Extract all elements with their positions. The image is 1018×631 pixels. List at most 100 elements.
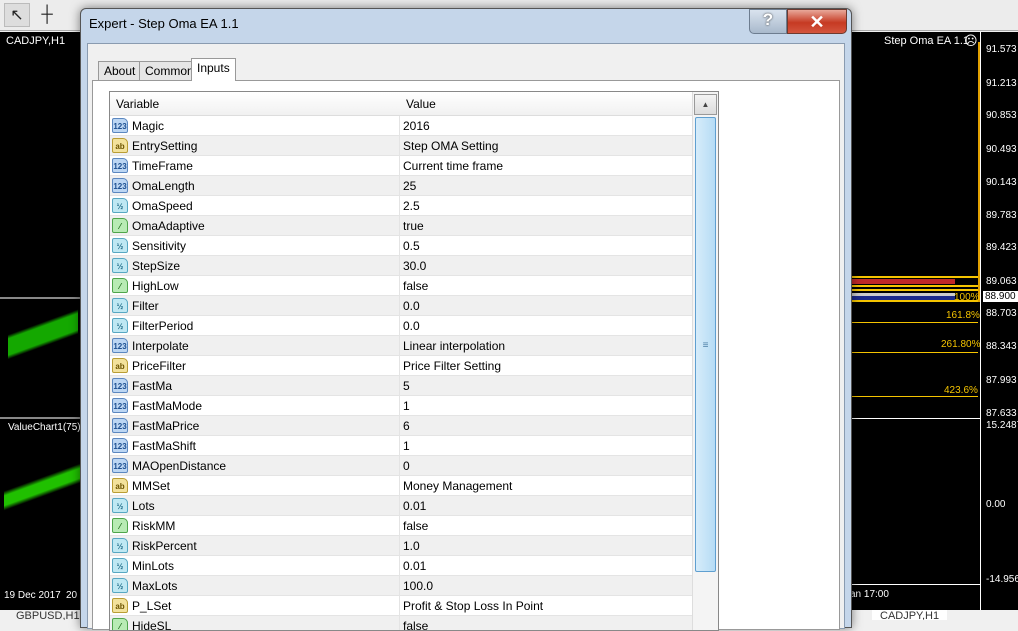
input-row[interactable]: ab P_LSet Profit & Stop Loss In Point xyxy=(110,596,718,616)
input-row[interactable]: 123 Interpolate Linear interpolation xyxy=(110,336,718,356)
variable-name: Magic xyxy=(132,119,165,133)
chart-right[interactable]: Step Oma EA 1.1 ☹ 100% 161.8% 261.80% 42… xyxy=(850,32,1018,610)
input-row[interactable]: 123 FastMaPrice 6 xyxy=(110,416,718,436)
variable-value[interactable]: 0.01 xyxy=(403,499,426,513)
int-type-icon: 123 xyxy=(112,118,128,133)
variable-name: FastMa xyxy=(132,379,173,393)
input-row[interactable]: ⁄ HighLow false xyxy=(110,276,718,296)
variable-value[interactable]: Linear interpolation xyxy=(403,339,505,353)
variable-name: P_LSet xyxy=(132,599,172,613)
price-label: 87.993 xyxy=(986,375,1017,386)
variable-name: OmaAdaptive xyxy=(132,219,205,233)
input-row[interactable]: ab PriceFilter Price Filter Setting xyxy=(110,356,718,376)
input-row[interactable]: 123 FastMa 5 xyxy=(110,376,718,396)
variable-value[interactable]: false xyxy=(403,279,428,293)
variable-name: Filter xyxy=(132,299,159,313)
price-label: 91.573 xyxy=(986,44,1017,55)
variable-value[interactable]: Current time frame xyxy=(403,159,503,173)
chart-symbol: CADJPY,H1 xyxy=(6,35,66,47)
variable-name: FastMaMode xyxy=(132,399,203,413)
int-type-icon: 123 xyxy=(112,438,128,453)
variable-value[interactable]: false xyxy=(403,619,428,630)
variable-value[interactable]: 5 xyxy=(403,379,410,393)
input-row[interactable]: ½ FilterPeriod 0.0 xyxy=(110,316,718,336)
close-button[interactable]: ✕ xyxy=(787,9,847,34)
input-row[interactable]: 123 OmaLength 25 xyxy=(110,176,718,196)
input-row[interactable]: ½ OmaSpeed 2.5 xyxy=(110,196,718,216)
variable-value[interactable]: Price Filter Setting xyxy=(403,359,501,373)
dbl-type-icon: ½ xyxy=(112,238,128,253)
variable-value[interactable]: 0 xyxy=(403,459,410,473)
variable-name: TimeFrame xyxy=(132,159,193,173)
variable-name: MAOpenDistance xyxy=(132,459,227,473)
input-row[interactable]: ½ MaxLots 100.0 xyxy=(110,576,718,596)
variable-value[interactable]: 1.0 xyxy=(403,539,420,553)
input-row[interactable]: ⁄ OmaAdaptive true xyxy=(110,216,718,236)
scroll-thumb[interactable]: ≡ xyxy=(695,117,716,572)
input-row[interactable]: ½ Sensitivity 0.5 xyxy=(110,236,718,256)
input-row[interactable]: ½ Filter 0.0 xyxy=(110,296,718,316)
scroll-up-button[interactable]: ▲ xyxy=(694,94,717,115)
input-row[interactable]: ½ StepSize 30.0 xyxy=(110,256,718,276)
input-row[interactable]: ⁄ HideSL false xyxy=(110,616,718,630)
variable-name: Interpolate xyxy=(132,339,189,353)
variable-value[interactable]: 1 xyxy=(403,399,410,413)
bool-type-icon: ⁄ xyxy=(112,218,128,233)
variable-value[interactable]: Step OMA Setting xyxy=(403,139,498,153)
vertical-scrollbar[interactable]: ▲ ≡ xyxy=(692,92,718,630)
variable-value[interactable]: Money Management xyxy=(403,479,512,493)
dbl-type-icon: ½ xyxy=(112,578,128,593)
variable-name: RiskPercent xyxy=(132,539,197,553)
variable-value[interactable]: false xyxy=(403,519,428,533)
variable-value[interactable]: Profit & Stop Loss In Point xyxy=(403,599,543,613)
variable-value[interactable]: 100.0 xyxy=(403,579,433,593)
bool-type-icon: ⁄ xyxy=(112,278,128,293)
chart-left[interactable]: CADJPY,H1 ValueChart1(75) 19 Dec 2017 20 xyxy=(0,32,82,610)
str-type-icon: ab xyxy=(112,138,128,153)
input-row[interactable]: 123 Magic 2016 xyxy=(110,116,718,136)
price-candles xyxy=(8,232,78,412)
input-row[interactable]: ⁄ RiskMM false xyxy=(110,516,718,536)
variable-value[interactable]: 6 xyxy=(403,419,410,433)
grid-header: Variable Value xyxy=(110,92,718,116)
tab-about[interactable]: About xyxy=(98,61,142,80)
dbl-type-icon: ½ xyxy=(112,538,128,553)
input-row[interactable]: ½ Lots 0.01 xyxy=(110,496,718,516)
chart-tab-gbpusd[interactable]: GBPUSD,H1 xyxy=(16,610,80,620)
variable-value[interactable]: 2.5 xyxy=(403,199,420,213)
str-type-icon: ab xyxy=(112,598,128,613)
variable-name: EntrySetting xyxy=(132,139,198,153)
variable-value[interactable]: 0.0 xyxy=(403,299,420,313)
chart-tab-cadjpy[interactable]: CADJPY,H1 xyxy=(872,610,948,620)
arrow-cursor-icon[interactable]: ↖ xyxy=(4,3,30,27)
variable-value[interactable]: 1 xyxy=(403,439,410,453)
help-button[interactable]: ? xyxy=(749,9,787,34)
variable-name: Lots xyxy=(132,499,155,513)
column-variable[interactable]: Variable xyxy=(116,97,159,111)
input-row[interactable]: ab MMSet Money Management xyxy=(110,476,718,496)
variable-value[interactable]: 2016 xyxy=(403,119,430,133)
price-label: 91.213 xyxy=(986,78,1017,89)
input-row[interactable]: 123 TimeFrame Current time frame xyxy=(110,156,718,176)
crosshair-icon[interactable]: ┼ xyxy=(34,3,60,27)
input-row[interactable]: ½ RiskPercent 1.0 xyxy=(110,536,718,556)
variable-value[interactable]: 25 xyxy=(403,179,416,193)
variable-value[interactable]: true xyxy=(403,219,424,233)
indicator-bars xyxy=(4,452,80,522)
input-row[interactable]: 123 FastMaShift 1 xyxy=(110,436,718,456)
variable-value[interactable]: 0.0 xyxy=(403,319,420,333)
input-row[interactable]: ab EntrySetting Step OMA Setting xyxy=(110,136,718,156)
column-value[interactable]: Value xyxy=(406,97,436,111)
fibo-label: 261.80% xyxy=(941,339,981,350)
variable-value[interactable]: 30.0 xyxy=(403,259,426,273)
variable-value[interactable]: 0.5 xyxy=(403,239,420,253)
int-type-icon: 123 xyxy=(112,458,128,473)
price-label: 89.423 xyxy=(986,242,1017,253)
input-row[interactable]: ½ MinLots 0.01 xyxy=(110,556,718,576)
input-row[interactable]: 123 FastMaMode 1 xyxy=(110,396,718,416)
variable-value[interactable]: 0.01 xyxy=(403,559,426,573)
price-label: 89.063 xyxy=(986,276,1017,287)
tab-inputs[interactable]: Inputs xyxy=(191,58,236,81)
input-row[interactable]: 123 MAOpenDistance 0 xyxy=(110,456,718,476)
variable-name: RiskMM xyxy=(132,519,176,533)
